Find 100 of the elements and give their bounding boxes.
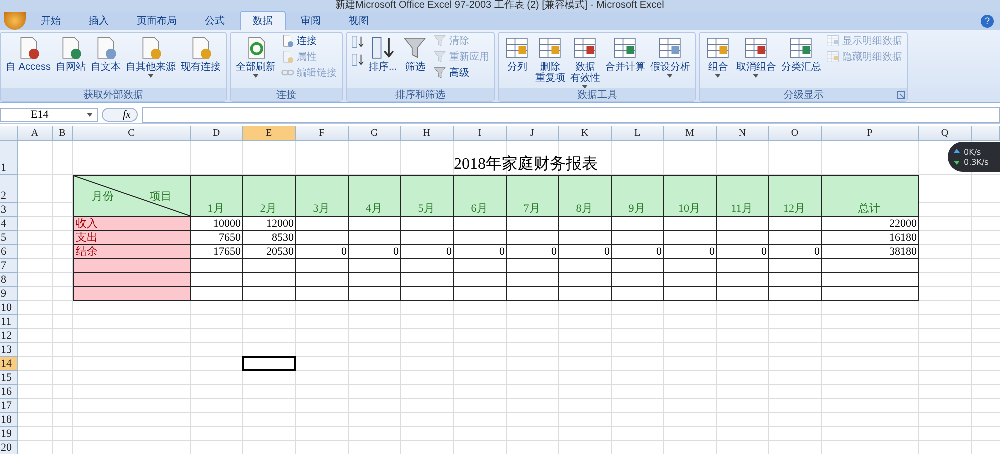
table-cell <box>296 273 349 287</box>
table-cell <box>612 217 664 231</box>
sort-button[interactable] <box>350 34 366 50</box>
ribbon-button[interactable]: 组合 <box>703 34 734 79</box>
row-header[interactable]: 15 <box>0 371 18 385</box>
ribbon-button[interactable]: 分列 <box>502 34 532 74</box>
column-header[interactable]: E <box>243 126 296 141</box>
column-header[interactable]: I <box>454 126 507 141</box>
column-header[interactable]: M <box>664 126 717 141</box>
table-cell <box>559 231 612 245</box>
table-cell <box>612 259 664 273</box>
table-cell <box>717 287 769 301</box>
table-cell: 0 <box>401 245 454 259</box>
ribbon-button[interactable]: 自文本 <box>89 34 124 74</box>
column-header[interactable]: K <box>559 126 612 141</box>
column-header[interactable]: H <box>401 126 454 141</box>
row-header[interactable]: 9 <box>0 287 18 301</box>
column-header[interactable]: G <box>349 126 401 141</box>
ribbon-tab[interactable]: 公式 <box>192 11 238 30</box>
row-header[interactable]: 12 <box>0 329 18 343</box>
download-speed: 0.3K/s <box>964 158 989 166</box>
ribbon-button[interactable]: 自网站 <box>54 34 88 74</box>
row-header[interactable]: 10 <box>0 301 18 315</box>
table-cell <box>507 231 559 245</box>
ribbon-button[interactable]: 高级 <box>431 66 492 80</box>
row-header[interactable]: 13 <box>0 343 18 357</box>
insert-function-button[interactable]: fx <box>102 108 138 122</box>
table-cell <box>401 217 454 231</box>
row-header[interactable]: 2 <box>0 175 18 203</box>
cell-cursor <box>242 356 296 371</box>
group-label: 获取外部数据 <box>84 88 144 102</box>
ribbon-button[interactable]: 分类汇总 <box>779 34 824 74</box>
ribbon-button[interactable]: 取消组合 <box>734 34 778 79</box>
column-header[interactable]: L <box>612 126 664 141</box>
ribbon-button[interactable]: 现有连接 <box>179 34 224 74</box>
row-header[interactable]: 8 <box>0 273 18 287</box>
column-header[interactable]: P <box>822 126 919 141</box>
help-button[interactable]: ? <box>981 15 994 28</box>
table-cell <box>296 287 349 301</box>
ribbon-tab[interactable]: 页面布局 <box>124 11 190 30</box>
row-header[interactable]: 14 <box>0 357 18 371</box>
table-icon <box>537 35 564 61</box>
column-header[interactable]: J <box>507 126 559 141</box>
table-cell <box>664 231 717 245</box>
column-header[interactable]: B <box>53 126 73 141</box>
row-header[interactable]: 16 <box>0 385 18 399</box>
column-header[interactable]: O <box>769 126 822 141</box>
row-header[interactable]: 19 <box>0 427 18 441</box>
ribbon-tab[interactable]: 审阅 <box>288 11 334 30</box>
ribbon-tab[interactable]: 视图 <box>336 11 382 30</box>
row-header[interactable]: 6 <box>0 245 18 259</box>
ribbon-button[interactable]: 排序... <box>367 34 400 74</box>
sort-icon <box>351 53 366 67</box>
table-cell <box>769 217 822 231</box>
ribbon-button[interactable]: 连接 <box>279 34 340 48</box>
header-cell: 12月 <box>769 175 822 217</box>
ribbon-tab[interactable]: 数据 <box>240 11 286 30</box>
table-cell <box>243 273 296 287</box>
table-cell <box>664 259 717 273</box>
column-header[interactable]: N <box>717 126 769 141</box>
ribbon-button[interactable]: 合并计算 <box>603 34 648 74</box>
table-cell: 8530 <box>243 231 296 245</box>
row-header[interactable]: 18 <box>0 413 18 427</box>
office-button[interactable] <box>4 12 26 30</box>
table-cell: 17650 <box>191 245 243 259</box>
ribbon-tab[interactable]: 开始 <box>28 11 74 30</box>
table-cell <box>243 287 296 301</box>
column-header[interactable] <box>972 126 1000 141</box>
table-cell <box>507 287 559 301</box>
row-header[interactable]: 11 <box>0 315 18 329</box>
sort-button[interactable] <box>350 52 366 68</box>
dialog-launcher-icon[interactable] <box>897 91 906 99</box>
ribbon-button[interactable]: 删除 重复项 <box>533 34 568 85</box>
ribbon-button[interactable]: 全部刷新 <box>234 34 278 79</box>
column-header[interactable]: F <box>296 126 349 141</box>
row-header[interactable]: 5 <box>0 231 18 245</box>
column-header[interactable]: C <box>73 126 191 141</box>
ribbon-button[interactable]: 自其他来源 <box>124 34 178 79</box>
row-header[interactable]: 20 <box>0 441 18 454</box>
header-cell: 1月 <box>191 175 243 217</box>
row-header[interactable]: 17 <box>0 399 18 413</box>
row-header[interactable]: 4 <box>0 217 18 231</box>
row-header[interactable]: 1 <box>0 141 18 175</box>
column-header[interactable]: D <box>191 126 243 141</box>
ribbon-tab[interactable]: 插入 <box>76 11 122 30</box>
ribbon-button[interactable]: 自 Access <box>4 34 54 74</box>
select-all-button[interactable] <box>0 126 18 141</box>
row-header[interactable]: 3 <box>0 203 18 217</box>
header-cell: 总计 <box>822 175 919 217</box>
table-cell: 0 <box>349 245 401 259</box>
row-header[interactable]: 7 <box>0 259 18 273</box>
ribbon-button[interactable]: 筛选 <box>400 34 430 74</box>
column-header[interactable]: Q <box>919 126 972 141</box>
name-box[interactable]: E14 <box>0 108 98 122</box>
formula-input[interactable] <box>142 106 1000 122</box>
caret-icon <box>87 112 93 116</box>
table-icon <box>705 35 732 61</box>
column-header[interactable]: A <box>18 126 53 141</box>
table-cell <box>401 259 454 273</box>
ribbon-button[interactable]: 假设分析 <box>648 34 692 79</box>
